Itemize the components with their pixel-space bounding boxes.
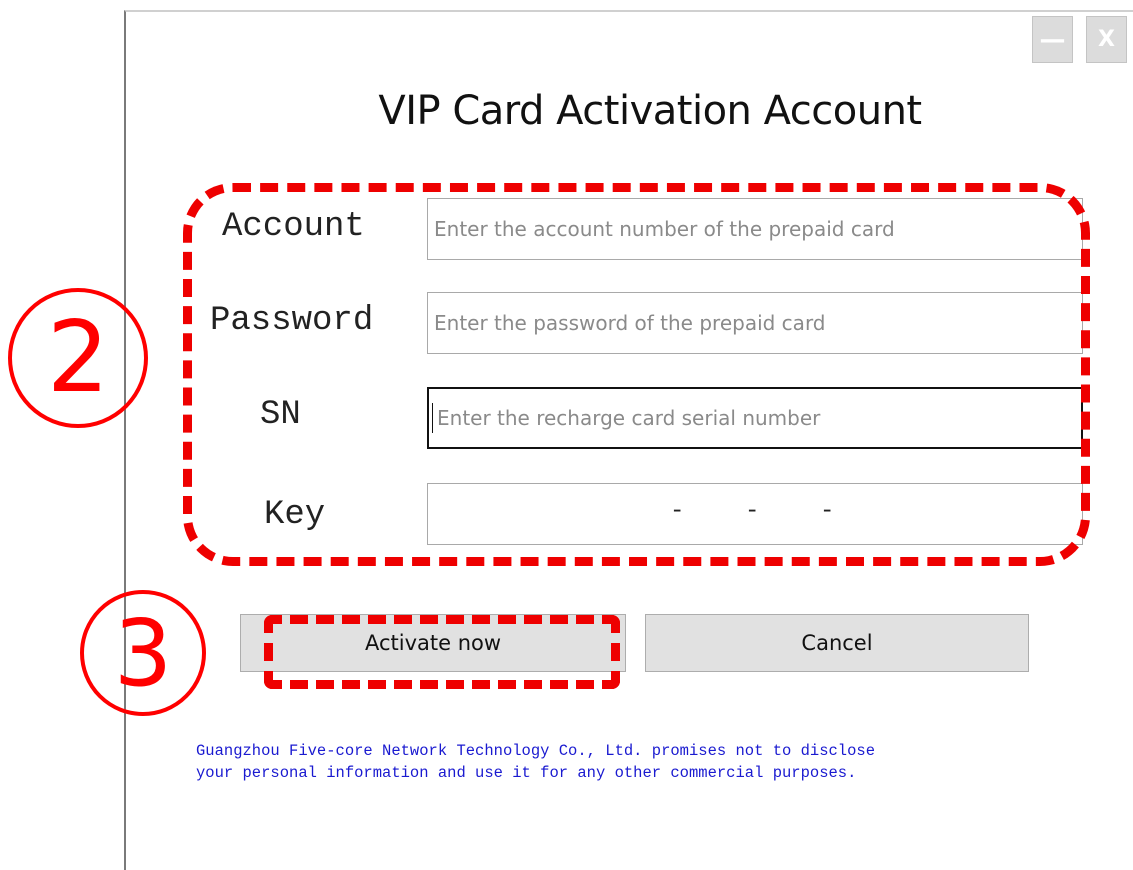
minimize-button[interactable]: — xyxy=(1032,16,1073,63)
privacy-notice: Guangzhou Five-core Network Technology C… xyxy=(196,740,875,784)
cancel-button[interactable]: Cancel xyxy=(645,614,1029,672)
step-2-highlight-box xyxy=(183,183,1090,566)
privacy-notice-line-2: your personal information and use it for… xyxy=(196,764,857,782)
step-3-marker: 3 xyxy=(80,590,206,716)
close-button[interactable]: X xyxy=(1086,16,1127,63)
step-3-highlight-box xyxy=(264,615,620,689)
privacy-notice-line-1: Guangzhou Five-core Network Technology C… xyxy=(196,742,876,760)
dialog-title: VIP Card Activation Account xyxy=(378,88,922,134)
step-2-marker: 2 xyxy=(8,288,148,428)
